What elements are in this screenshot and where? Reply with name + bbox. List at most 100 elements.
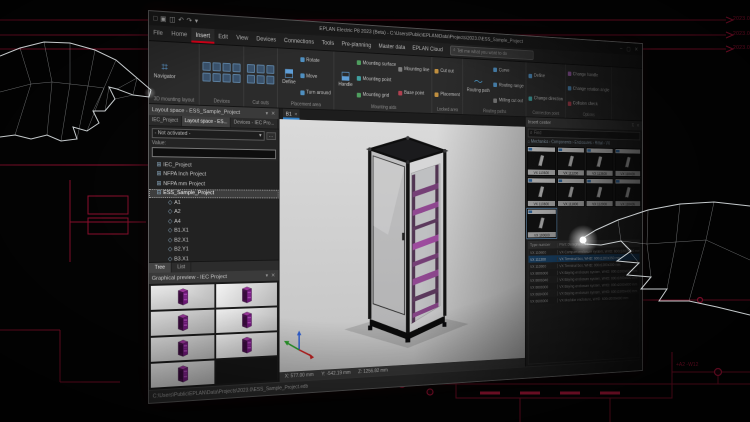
- part-thumbnail[interactable]: VX 113600: [586, 147, 613, 176]
- part-thumbnail[interactable]: VX 111800: [557, 178, 585, 207]
- part-thumbnail[interactable]: VX 110400: [614, 148, 640, 177]
- home-icon[interactable]: ⌂: [528, 139, 530, 144]
- device-icon-button[interactable]: [223, 73, 231, 82]
- new-icon[interactable]: □: [153, 15, 157, 22]
- panel-menu-icon[interactable]: ▾: [266, 273, 269, 279]
- cutout-icon-button[interactable]: [266, 76, 274, 85]
- redo-icon[interactable]: ↷: [187, 17, 192, 24]
- cutout-icon-button[interactable]: [247, 75, 255, 84]
- rotate-button[interactable]: Rotate: [300, 57, 331, 64]
- preview-thumbnail[interactable]: [151, 310, 215, 336]
- menu-tab[interactable]: EPLAN Cloud: [409, 41, 446, 57]
- coord-x: X: 577.00 mm: [285, 372, 314, 379]
- change-rotation-angle-button[interactable]: Change rotation angle: [568, 86, 610, 93]
- pin-icon[interactable]: ⊼: [631, 123, 634, 128]
- minimize-button[interactable]: –: [620, 45, 622, 51]
- view-tab[interactable]: List: [172, 262, 192, 272]
- part-thumbnail[interactable]: VX 110800: [527, 177, 555, 207]
- part-thumbnail[interactable]: VX 111200: [557, 147, 585, 177]
- part-thumbnail[interactable]: VX 110406: [614, 178, 640, 207]
- menu-tab[interactable]: Devices: [252, 31, 280, 47]
- tree-item[interactable]: ◇A1: [149, 198, 279, 207]
- curve-button[interactable]: Curve: [494, 67, 524, 74]
- maximize-button[interactable]: ▢: [626, 45, 630, 52]
- menu-tab[interactable]: Pre-planning: [338, 37, 375, 53]
- panel-header-icons[interactable]: ⊼ ✕: [631, 123, 640, 128]
- part-thumbnail[interactable]: VX 110600: [527, 146, 555, 176]
- tree-item[interactable]: ⊟ESS_Sample_Project: [149, 189, 279, 199]
- preview-thumbnail[interactable]: [151, 335, 215, 362]
- cutout-icon-button[interactable]: [257, 75, 265, 84]
- document-tab-b1[interactable]: B1 ×: [283, 109, 300, 120]
- base-point-button[interactable]: Base point: [399, 90, 430, 97]
- locked-cut-out-button[interactable]: Cut out: [435, 68, 460, 75]
- preview-thumbnail[interactable]: [216, 332, 277, 358]
- mounting-grid-button[interactable]: Mounting grid: [357, 92, 396, 99]
- 3d-viewport[interactable]: [280, 119, 525, 372]
- device-icon-button[interactable]: [223, 63, 231, 72]
- move-button[interactable]: Move: [300, 73, 331, 80]
- change-direction-button[interactable]: Change direction: [529, 96, 563, 103]
- menu-tab[interactable]: Insert: [191, 28, 214, 44]
- tree-item[interactable]: ◇A2: [149, 207, 279, 217]
- turn-around-button[interactable]: Turn around: [300, 90, 331, 97]
- mounting-surface-button[interactable]: Mounting surface: [357, 60, 396, 68]
- locked-placement-button[interactable]: Placement: [435, 91, 460, 97]
- part-thumbnail[interactable]: VX 112000: [586, 178, 613, 207]
- value-input[interactable]: [152, 147, 276, 159]
- panel-close-icon[interactable]: ✕: [271, 273, 276, 279]
- find-input[interactable]: [534, 131, 638, 139]
- part-thumbnail-selected[interactable]: VX 180600: [527, 209, 556, 239]
- cutout-icon-button[interactable]: [247, 64, 255, 73]
- sidebar-tab[interactable]: IEC_Project: [149, 115, 182, 126]
- tab-close-icon[interactable]: ×: [294, 111, 297, 117]
- sidebar-tab[interactable]: Layout space - ES...: [182, 116, 231, 127]
- customize-toolbar-icon[interactable]: ▾: [195, 18, 198, 25]
- browse-button[interactable]: …: [266, 132, 276, 140]
- ribbon-group-routing-paths: 〜 Routing path Curve Routing range Milli…: [463, 59, 527, 117]
- device-icon-button[interactable]: [233, 63, 241, 72]
- panel-close-icon[interactable]: ✕: [271, 111, 276, 117]
- menu-tab[interactable]: Edit: [214, 29, 232, 45]
- device-icon-button[interactable]: [203, 73, 211, 82]
- device-icon-button[interactable]: [213, 62, 221, 71]
- handle-button[interactable]: ⬓ Handle: [337, 54, 355, 103]
- cutout-icon-button[interactable]: [257, 64, 265, 73]
- define-placement-button[interactable]: ⬒ Define: [281, 50, 298, 100]
- change-rotation-angle-icon: [568, 87, 572, 91]
- close-button[interactable]: ✕: [635, 46, 639, 53]
- cutout-icon-button[interactable]: [266, 65, 274, 74]
- define-connection-button[interactable]: Define: [529, 73, 563, 80]
- sidebar-tab[interactable]: Devices - IEC Pro...: [231, 118, 278, 129]
- panel-menu-icon[interactable]: ▾: [266, 111, 269, 117]
- menu-tab[interactable]: File: [149, 25, 167, 41]
- panel-header-icons[interactable]: ▾ ✕: [266, 111, 276, 117]
- undo-icon[interactable]: ↶: [178, 16, 183, 23]
- device-icon-button[interactable]: [213, 73, 221, 82]
- menu-tab[interactable]: View: [232, 30, 252, 46]
- open-icon[interactable]: ▣: [160, 15, 166, 22]
- preview-thumbnail[interactable]: [151, 360, 215, 387]
- panel-close-icon[interactable]: ✕: [636, 123, 640, 128]
- milling-cut-out-button[interactable]: Milling cut out: [494, 98, 524, 104]
- mounting-line-button[interactable]: Mounting line: [399, 66, 430, 73]
- change-handle-button[interactable]: Change handle: [568, 71, 610, 78]
- view-tab[interactable]: Tree: [149, 263, 172, 273]
- device-icon-button[interactable]: [203, 62, 211, 71]
- routing-path-button[interactable]: 〜 Routing path: [465, 61, 491, 108]
- col-type-number[interactable]: Type number: [529, 243, 558, 248]
- menu-tab[interactable]: Master data: [375, 39, 409, 55]
- preview-thumbnail[interactable]: [151, 284, 215, 310]
- device-icon-button[interactable]: [233, 74, 241, 83]
- menu-tab[interactable]: Tools: [318, 36, 338, 51]
- mounting-point-button[interactable]: Mounting point: [357, 76, 396, 83]
- preview-thumbnail[interactable]: [216, 307, 277, 333]
- menu-tab[interactable]: Home: [167, 26, 191, 42]
- navigator-button[interactable]: ⌗ Navigator: [152, 43, 178, 96]
- panel-header-icons[interactable]: ▾ ✕: [266, 273, 276, 279]
- routing-range-button[interactable]: Routing range: [494, 83, 524, 90]
- collision-check-button[interactable]: Collision check: [568, 101, 610, 108]
- menu-tab[interactable]: Connections: [280, 33, 318, 49]
- save-icon[interactable]: ◫: [169, 16, 175, 23]
- preview-thumbnail[interactable]: [216, 283, 277, 308]
